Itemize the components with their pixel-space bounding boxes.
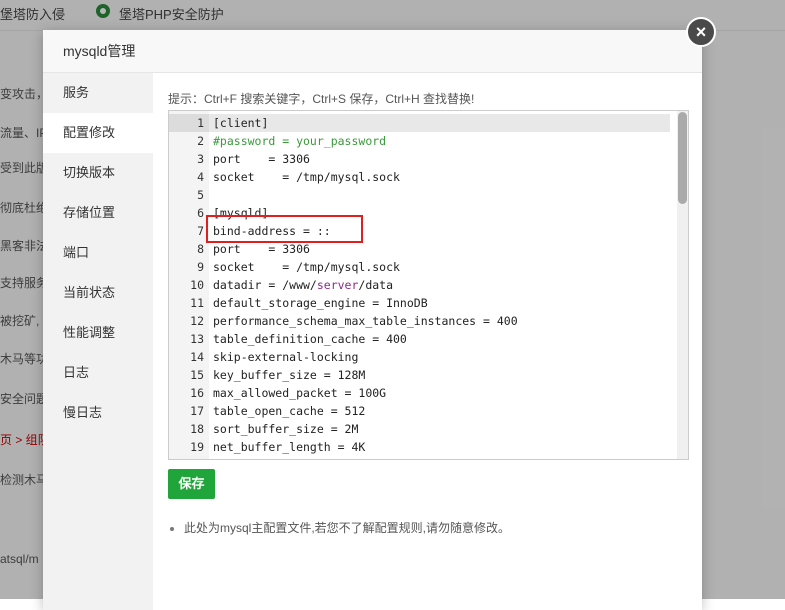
dialog-title: mysqld管理	[43, 30, 702, 73]
sidebar-item-status[interactable]: 当前状态	[43, 273, 153, 313]
line-number: 18	[190, 422, 204, 436]
code-text: net_buffer_length = 4K	[213, 440, 366, 454]
sidebar-item-config[interactable]: 配置修改	[43, 113, 153, 153]
dialog-sidebar: 服务 配置修改 切换版本 存储位置 端口 当前状态 性能调整 日志 慢日志	[43, 73, 153, 610]
code-text: [client]	[213, 116, 269, 130]
line-number: 12	[190, 314, 204, 328]
sidebar-item-switch-version[interactable]: 切换版本	[43, 153, 153, 193]
config-note-text: 此处为mysql主配置文件,若您不了解配置规则,请勿随意修改。	[184, 521, 511, 535]
line-number: 10	[190, 278, 204, 292]
code-text: #password = your_password	[213, 134, 387, 148]
save-button[interactable]: 保存	[168, 469, 215, 499]
sidebar-item-storage[interactable]: 存储位置	[43, 193, 153, 233]
line-number: 14	[190, 350, 204, 364]
bullet-icon	[170, 526, 174, 531]
line-number: 6	[197, 206, 204, 220]
mysqld-manager-dialog: mysqld管理 服务 配置修改 切换版本 存储位置 端口 当前状态 性能调整 …	[43, 30, 702, 610]
line-number: 9	[197, 260, 204, 274]
line-number: 8	[197, 242, 204, 256]
sidebar-item-port[interactable]: 端口	[43, 233, 153, 273]
editor-scrollbar-thumb[interactable]	[678, 112, 687, 204]
line-number: 7	[197, 224, 204, 238]
code-text: performance_schema_max_table_instances =…	[213, 314, 518, 328]
config-editor[interactable]: 1 [client] 2 #password = your_password 3 po…	[168, 110, 689, 460]
line-number: 13	[190, 332, 204, 346]
line-number: 16	[190, 386, 204, 400]
code-text: max_allowed_packet = 100G	[213, 386, 387, 400]
annotation-highlight-box	[206, 215, 363, 243]
line-number: 4	[197, 170, 204, 184]
shortcut-hint: 提示：Ctrl+F 搜索关键字，Ctrl+S 保存，Ctrl+H 查找替换!	[168, 92, 475, 106]
code-text: sort_buffer_size = 2M	[213, 422, 359, 436]
code-text: table_open_cache = 512	[213, 404, 366, 418]
code-text: datadir = /www/server/data	[213, 278, 394, 292]
config-note: 此处为mysql主配置文件,若您不了解配置规则,请勿随意修改。	[170, 519, 510, 536]
sidebar-item-performance[interactable]: 性能调整	[43, 313, 153, 353]
line-number: 19	[190, 440, 204, 454]
code-text: port = 3306	[213, 152, 310, 166]
line-number: 1	[197, 116, 204, 130]
line-number: 3	[197, 152, 204, 166]
line-number: 5	[197, 188, 204, 202]
line-number: 17	[190, 404, 204, 418]
line-number: 15	[190, 368, 204, 382]
code-text: table_definition_cache = 400	[213, 332, 407, 346]
line-number: 11	[190, 296, 204, 310]
sidebar-item-service[interactable]: 服务	[43, 73, 153, 113]
code-text: key_buffer_size = 128M	[213, 368, 366, 382]
code-text: socket = /tmp/mysql.sock	[213, 260, 400, 274]
code-text: default_storage_engine = InnoDB	[213, 296, 428, 310]
code-text: socket = /tmp/mysql.sock	[213, 170, 400, 184]
sidebar-item-log[interactable]: 日志	[43, 353, 153, 393]
sidebar-item-slow-log[interactable]: 慢日志	[43, 393, 153, 433]
line-number: 2	[197, 134, 204, 148]
close-icon[interactable]: ×	[686, 17, 716, 47]
code-text: skip-external-locking	[213, 350, 359, 364]
